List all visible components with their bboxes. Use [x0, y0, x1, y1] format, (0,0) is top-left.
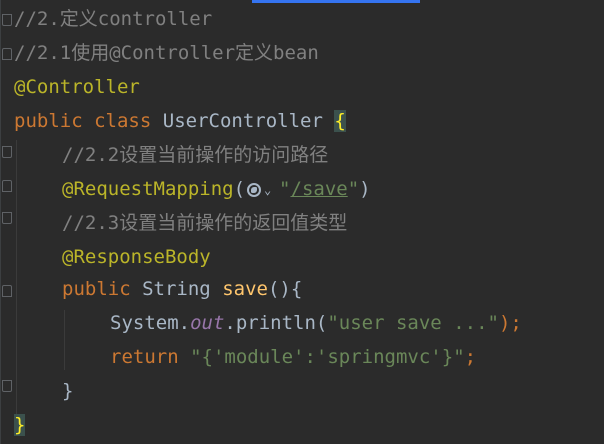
chevron-down-icon: ⌄	[264, 182, 272, 197]
system-ref: System.	[110, 312, 191, 334]
fold-marker[interactable]	[2, 14, 12, 26]
string-literal: "user save ..."	[327, 312, 499, 334]
brace-highlight: {	[334, 110, 346, 132]
fold-marker[interactable]	[2, 380, 12, 392]
method-params: (){	[267, 278, 303, 300]
statement-end: ;	[464, 346, 477, 368]
keyword: public	[62, 278, 131, 300]
keyword: class	[94, 110, 152, 132]
paren: )	[359, 178, 371, 200]
code-editor[interactable]: //2.定义controller //2.1使用@Controller定义bea…	[0, 0, 604, 444]
code-line-comment[interactable]: //2.定义controller	[14, 2, 212, 36]
fold-marker[interactable]	[2, 146, 12, 158]
code-line-comment[interactable]: //2.3设置当前操作的返回值类型	[62, 206, 347, 240]
code-line-annotation[interactable]: @ResponseBody	[62, 240, 211, 274]
code-line-println[interactable]: System.out.println("user save ...");	[110, 306, 522, 340]
brace-highlight: }	[14, 414, 26, 436]
indent-guide	[64, 310, 65, 370]
paren: (	[233, 178, 246, 200]
class-name: UserController	[162, 110, 323, 132]
quote: "	[279, 178, 291, 200]
method-call: .println(	[224, 312, 328, 334]
keyword: return	[110, 346, 179, 368]
quote: "	[347, 178, 360, 200]
code-line-method-decl[interactable]: public String save(){	[62, 272, 302, 306]
code-line-class-decl[interactable]: public class UserController {	[14, 104, 346, 138]
fold-marker[interactable]	[2, 180, 12, 192]
fold-marker[interactable]	[2, 285, 12, 297]
code-line-close-brace[interactable]: }	[14, 408, 26, 442]
code-line-comment[interactable]: //2.2设置当前操作的访问路径	[62, 138, 328, 172]
method-name: save	[222, 278, 268, 300]
code-line-comment[interactable]: //2.1使用@Controller定义bean	[14, 36, 319, 70]
fold-marker[interactable]	[2, 48, 12, 60]
static-field: out	[190, 312, 225, 334]
url-path-link[interactable]: /save	[291, 178, 348, 200]
type-name: String	[142, 278, 211, 300]
globe-circle	[247, 182, 262, 197]
code-line-annotation[interactable]: @Controller	[14, 70, 140, 104]
code-line-return[interactable]: return "{'module':'springmvc'}";	[110, 340, 476, 374]
statement-end: );	[498, 312, 522, 334]
indent-guide	[16, 140, 17, 420]
code-line-request-mapping[interactable]: @RequestMapping( ⌄ "/save")	[62, 172, 371, 206]
fold-marker[interactable]	[2, 212, 12, 224]
globe-icon[interactable]: ⌄	[246, 180, 278, 200]
code-line-close-brace[interactable]: }	[62, 374, 73, 408]
annotation: @RequestMapping	[62, 178, 234, 200]
string-literal: "{'module':'springmvc'}"	[190, 346, 465, 368]
keyword: public	[14, 110, 83, 132]
gutter-divider	[0, 0, 1, 444]
selection-indicator	[252, 0, 420, 3]
